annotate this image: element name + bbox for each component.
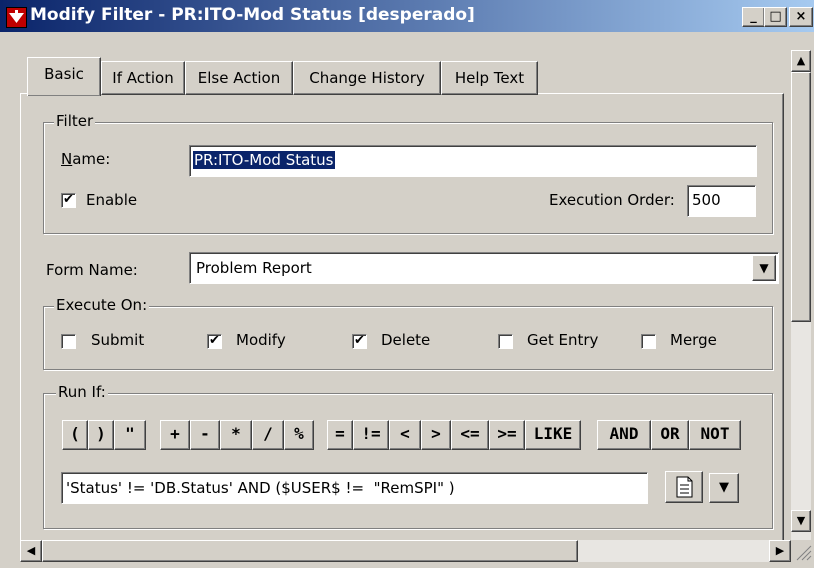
- merge-label: Merge: [670, 331, 717, 349]
- form-name-label: Form Name:: [46, 261, 138, 279]
- name-field[interactable]: PR:ITO-Mod Status: [189, 145, 757, 177]
- enable-checkbox[interactable]: ✔: [61, 193, 76, 208]
- operator-button-open-paren[interactable]: (: [62, 420, 88, 450]
- operator-button-less-equal[interactable]: <=: [451, 420, 489, 450]
- run-if-group: [43, 393, 773, 529]
- form-name-dropdown-icon[interactable]: ▼: [752, 255, 776, 281]
- operator-button-less-than[interactable]: <: [389, 420, 421, 450]
- execution-order-label: Execution Order:: [549, 191, 675, 209]
- execute-on-legend: Execute On:: [54, 296, 150, 314]
- expression-dropdown-button[interactable]: ▼: [709, 473, 739, 503]
- get-entry-checkbox[interactable]: [498, 334, 513, 349]
- execution-order-value: 500: [692, 191, 721, 209]
- execution-order-field[interactable]: 500: [687, 185, 756, 217]
- run-if-legend: Run If:: [56, 383, 108, 401]
- scroll-left-icon[interactable]: ◀: [20, 540, 42, 562]
- operator-button-not-equals[interactable]: !=: [353, 420, 389, 450]
- expression-editor-button[interactable]: [665, 471, 703, 503]
- tab-help-text[interactable]: Help Text: [441, 61, 538, 95]
- form-name-value: Problem Report: [196, 259, 312, 277]
- operator-button-divide[interactable]: /: [252, 420, 284, 450]
- submit-label: Submit: [91, 331, 145, 349]
- operator-button-or[interactable]: OR: [651, 420, 689, 450]
- tab-else-action[interactable]: Else Action: [185, 61, 293, 95]
- tab-if-action[interactable]: If Action: [101, 61, 185, 95]
- get-entry-label: Get Entry: [527, 331, 599, 349]
- operator-button-like[interactable]: LIKE: [525, 420, 581, 450]
- run-if-qualification-value: 'Status' != 'DB.Status' AND ($USER$ != "…: [66, 479, 455, 497]
- run-if-qualification-field[interactable]: 'Status' != 'DB.Status' AND ($USER$ != "…: [61, 472, 648, 504]
- delete-label: Delete: [381, 331, 431, 349]
- enable-label: Enable: [86, 191, 138, 209]
- submit-checkbox[interactable]: [61, 334, 76, 349]
- operator-button-close-paren[interactable]: ): [88, 420, 114, 450]
- maximize-button[interactable]: □: [764, 7, 787, 27]
- modify-label: Modify: [236, 331, 286, 349]
- filter-group: [43, 122, 773, 234]
- minimize-button[interactable]: _: [742, 7, 765, 27]
- operator-button-greater-than[interactable]: >: [421, 420, 451, 450]
- window-title: Modify Filter - PR:ITO-Mod Status [despe…: [30, 5, 475, 25]
- delete-checkbox[interactable]: ✔: [352, 334, 367, 349]
- modify-checkbox[interactable]: ✔: [207, 334, 222, 349]
- name-label: Name:: [61, 150, 111, 168]
- merge-checkbox[interactable]: [641, 334, 656, 349]
- operator-button-minus[interactable]: -: [190, 420, 220, 450]
- vertical-scroll-thumb[interactable]: [791, 72, 811, 322]
- operator-button-plus[interactable]: +: [160, 420, 190, 450]
- name-field-value: PR:ITO-Mod Status: [193, 151, 335, 169]
- scroll-up-icon[interactable]: ▲: [791, 50, 811, 72]
- horizontal-scroll-thumb[interactable]: [42, 540, 578, 562]
- form-name-select[interactable]: Problem Report ▼: [189, 252, 779, 284]
- operator-button-multiply[interactable]: *: [220, 420, 252, 450]
- close-button[interactable]: ×: [789, 7, 813, 27]
- scroll-down-icon[interactable]: ▼: [791, 510, 811, 532]
- scroll-right-icon[interactable]: ▶: [769, 540, 791, 562]
- filter-group-legend: Filter: [54, 112, 96, 130]
- operator-button-equals[interactable]: =: [327, 420, 353, 450]
- operator-button-quote[interactable]: ": [114, 420, 146, 450]
- tab-basic[interactable]: Basic: [27, 57, 101, 96]
- operator-button-greater-equal[interactable]: >=: [489, 420, 525, 450]
- app-icon[interactable]: [6, 7, 27, 28]
- tab-change-history[interactable]: Change History: [293, 61, 441, 95]
- resize-grip-icon[interactable]: [791, 540, 814, 564]
- operator-button-and[interactable]: AND: [597, 420, 651, 450]
- document-icon: [676, 476, 693, 498]
- operator-button-not[interactable]: NOT: [689, 420, 741, 450]
- operator-button-modulo[interactable]: %: [284, 420, 314, 450]
